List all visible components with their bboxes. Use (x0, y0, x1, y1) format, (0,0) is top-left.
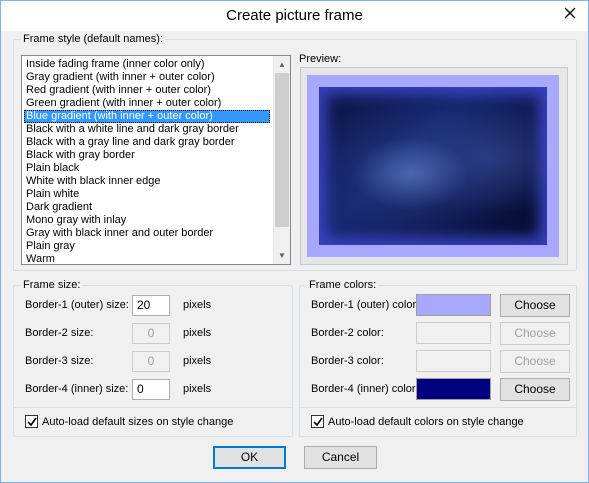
border1-size-label: Border-1 (outer) size: (25, 299, 129, 311)
list-item[interactable]: Green gradient (with inner + outer color… (24, 97, 270, 110)
autoload-colors-label: Auto-load default colors on style change (328, 415, 524, 428)
preview-label: Preview: (299, 53, 342, 65)
list-item[interactable]: Black with gray border (24, 149, 270, 162)
border2-unit: pixels (183, 327, 212, 339)
border2-color-label: Border-2 color: (311, 327, 384, 339)
dialog-window: Create picture frame Frame style (defaul… (0, 0, 589, 483)
list-item[interactable]: Plain gray (24, 240, 270, 253)
cancel-button[interactable]: Cancel (304, 446, 377, 469)
preview-area (300, 67, 568, 265)
border4-unit: pixels (183, 383, 212, 395)
border1-unit: pixels (183, 299, 212, 311)
border1-size-input[interactable]: 20 (132, 295, 170, 316)
border3-size-input[interactable]: 0 (132, 351, 170, 372)
autoload-sizes-row[interactable]: Auto-load default sizes on style change (25, 415, 233, 428)
border1-color-swatch[interactable] (416, 294, 491, 316)
border3-color-label: Border-3 color: (311, 355, 384, 367)
border2-size-input[interactable]: 0 (132, 323, 170, 344)
frame-size-label: Frame size: (21, 279, 83, 291)
frame-colors-label: Frame colors: (307, 279, 379, 291)
close-icon (564, 7, 576, 19)
border2-choose-button[interactable]: Choose (500, 322, 570, 345)
border4-color-label: Border-4 (inner) color: (311, 383, 419, 395)
border2-color-swatch[interactable] (416, 322, 491, 344)
ok-button[interactable]: OK (213, 446, 286, 469)
border4-size-input[interactable]: 0 (132, 379, 170, 400)
frame-style-label: Frame style (default names): (21, 33, 165, 45)
autoload-colors-checkbox[interactable] (311, 415, 324, 428)
list-item[interactable]: Red gradient (with inner + outer color) (24, 84, 270, 97)
list-item[interactable]: Plain white (24, 188, 270, 201)
close-button[interactable] (556, 2, 584, 24)
list-item[interactable]: Gray gradient (with inner + outer color) (24, 71, 270, 84)
autoload-sizes-label: Auto-load default sizes on style change (42, 415, 234, 428)
dialog-body: Frame style (default names): Inside fadi… (7, 31, 582, 478)
border4-size-label: Border-4 (inner) size: (25, 383, 129, 395)
border4-color-swatch[interactable] (416, 378, 491, 400)
list-item[interactable]: Warm (24, 253, 270, 264)
scroll-up-icon[interactable]: ▲ (274, 56, 290, 73)
list-item[interactable]: Black with a gray line and dark gray bor… (24, 136, 270, 149)
border3-color-swatch[interactable] (416, 350, 491, 372)
frame-style-list[interactable]: Inside fading frame (inner color only) Gr… (21, 55, 291, 265)
checkmark-icon (26, 417, 37, 426)
list-item[interactable]: White with black inner edge (24, 175, 270, 188)
list-scrollbar[interactable]: ▲ ▼ (273, 56, 290, 264)
border3-choose-button[interactable]: Choose (500, 350, 570, 373)
border2-size-label: Border-2 size: (25, 327, 94, 339)
scroll-down-icon[interactable]: ▼ (274, 247, 290, 264)
list-item[interactable]: Inside fading frame (inner color only) (24, 58, 270, 71)
list-item[interactable]: Blue gradient (with inner + outer color) (24, 110, 270, 123)
list-item[interactable]: Dark gradient (24, 201, 270, 214)
scroll-thumb[interactable] (275, 73, 289, 227)
list-item[interactable]: Gray with black inner and outer border (24, 227, 270, 240)
window-title: Create picture frame (226, 7, 363, 24)
border1-choose-button[interactable]: Choose (500, 294, 570, 317)
autoload-colors-row[interactable]: Auto-load default colors on style change (311, 415, 524, 428)
preview-image (307, 75, 559, 257)
checkmark-icon (312, 417, 323, 426)
border3-size-label: Border-3 size: (25, 355, 94, 367)
list-item[interactable]: Mono gray with inlay (24, 214, 270, 227)
list-item[interactable]: Black with a white line and dark gray bo… (24, 123, 270, 136)
preview-picture (319, 87, 547, 245)
border3-unit: pixels (183, 355, 212, 367)
autoload-sizes-checkbox[interactable] (25, 415, 38, 428)
border4-choose-button[interactable]: Choose (500, 378, 570, 401)
list-item[interactable]: Plain black (24, 162, 270, 175)
title-bar: Create picture frame (1, 1, 588, 31)
border1-color-label: Border-1 (outer) color: (311, 299, 420, 311)
